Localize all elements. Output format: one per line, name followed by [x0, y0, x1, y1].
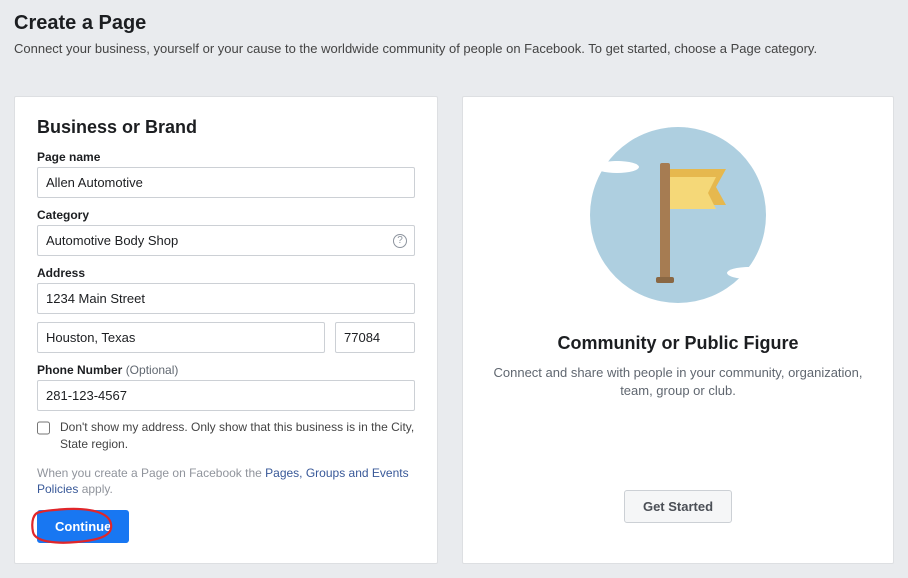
- address-label: Address: [37, 266, 85, 280]
- community-description: Connect and share with people in your co…: [493, 364, 863, 400]
- business-brand-heading: Business or Brand: [37, 117, 415, 138]
- community-heading: Community or Public Figure: [557, 333, 798, 354]
- flag-illustration-icon: [568, 115, 788, 315]
- hide-address-checkbox[interactable]: [37, 421, 50, 435]
- zip-input[interactable]: [335, 322, 415, 353]
- policy-text: When you create a Page on Facebook the P…: [37, 465, 415, 499]
- business-brand-card: Business or Brand Page name Category ? A…: [14, 96, 438, 564]
- page-subtitle: Connect your business, yourself or your …: [14, 41, 894, 56]
- help-icon[interactable]: ?: [393, 234, 407, 248]
- phone-input[interactable]: [37, 380, 415, 411]
- category-label: Category: [37, 208, 89, 222]
- phone-label: Phone Number (Optional): [37, 363, 178, 377]
- street-input[interactable]: [37, 283, 415, 314]
- city-input[interactable]: [37, 322, 325, 353]
- community-card: Community or Public Figure Connect and s…: [462, 96, 894, 564]
- page-name-input[interactable]: [37, 167, 415, 198]
- page-name-label: Page name: [37, 150, 100, 164]
- get-started-button[interactable]: Get Started: [624, 490, 732, 523]
- page-title: Create a Page: [14, 12, 894, 35]
- hide-address-label: Don't show my address. Only show that th…: [60, 419, 415, 453]
- continue-button[interactable]: Continue: [37, 510, 129, 543]
- category-input[interactable]: [37, 225, 415, 256]
